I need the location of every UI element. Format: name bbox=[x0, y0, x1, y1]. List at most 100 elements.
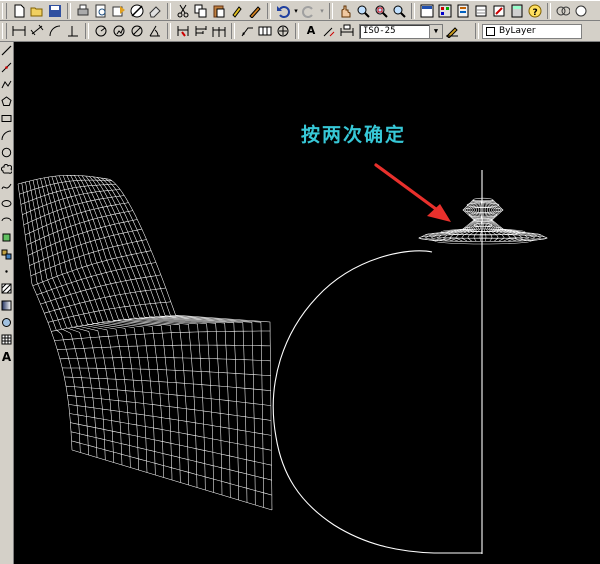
copy-icon[interactable] bbox=[193, 3, 209, 19]
pan-icon[interactable] bbox=[337, 3, 353, 19]
region-icon[interactable] bbox=[0, 314, 13, 331]
construction-line-icon[interactable] bbox=[0, 59, 13, 76]
mesh-line bbox=[77, 175, 206, 491]
spline-icon[interactable] bbox=[0, 178, 13, 195]
layer-value: ByLayer bbox=[499, 26, 536, 36]
zoom-previous-icon[interactable] bbox=[391, 3, 407, 19]
paste-icon[interactable] bbox=[211, 3, 227, 19]
diameter-dimension-icon[interactable] bbox=[129, 23, 145, 39]
mesh-line bbox=[44, 287, 166, 314]
baseline-dimension-icon[interactable] bbox=[193, 23, 209, 39]
open-file-icon[interactable] bbox=[29, 3, 45, 19]
print-preview-icon[interactable] bbox=[93, 3, 109, 19]
center-mark-icon[interactable] bbox=[275, 23, 291, 39]
gradient-icon[interactable] bbox=[0, 297, 13, 314]
mesh-line bbox=[59, 175, 164, 478]
mesh-line bbox=[25, 181, 89, 456]
block-editor-icon[interactable] bbox=[247, 3, 263, 19]
toolbar-grip[interactable] bbox=[2, 23, 7, 39]
jogged-dimension-icon[interactable] bbox=[111, 23, 127, 39]
continue-dimension-icon[interactable] bbox=[211, 23, 227, 39]
tool-palettes-icon[interactable] bbox=[455, 3, 471, 19]
point-icon[interactable] bbox=[0, 263, 13, 280]
quick-leader-icon[interactable] bbox=[239, 23, 255, 39]
angular-dimension-icon[interactable] bbox=[147, 23, 163, 39]
erase-icon[interactable] bbox=[147, 3, 163, 19]
dimension-toolbar: A ISO-25 ▼ ByLayer bbox=[0, 21, 600, 42]
dimension-style-combo[interactable]: ISO-25 ▼ bbox=[359, 23, 443, 39]
teapot-body-profile[interactable] bbox=[272, 250, 482, 554]
text-tool-label: A bbox=[1, 349, 12, 364]
cut-icon[interactable] bbox=[175, 3, 191, 19]
zoom-window-icon[interactable] bbox=[373, 3, 389, 19]
orbit-icon[interactable] bbox=[555, 3, 571, 19]
insert-block-icon[interactable] bbox=[0, 229, 13, 246]
aligned-dimension-icon[interactable] bbox=[29, 23, 45, 39]
mesh-line bbox=[107, 178, 273, 511]
mesh-line bbox=[89, 176, 231, 498]
polygon-icon[interactable] bbox=[0, 93, 13, 110]
mesh-line bbox=[36, 179, 114, 463]
dimension-edit-icon[interactable]: A bbox=[303, 23, 319, 39]
help-icon[interactable]: ? bbox=[527, 3, 543, 19]
publish-icon[interactable] bbox=[111, 3, 127, 19]
new-file-icon[interactable] bbox=[11, 3, 27, 19]
ellipse-arc-icon[interactable] bbox=[0, 212, 13, 229]
tolerance-icon[interactable] bbox=[257, 23, 273, 39]
dimension-style-value: ISO-25 bbox=[363, 26, 396, 36]
text-style-label: A bbox=[306, 24, 316, 37]
sheet-set-icon[interactable] bbox=[473, 3, 489, 19]
mesh-line bbox=[44, 177, 131, 468]
redo-dropdown-icon[interactable]: ▾ bbox=[319, 3, 325, 19]
mesh-line bbox=[32, 180, 106, 461]
standard-toolbar: ▾ ▾ ? bbox=[0, 0, 600, 21]
properties-icon[interactable] bbox=[419, 3, 435, 19]
rectangle-icon[interactable] bbox=[0, 110, 13, 127]
make-block-icon[interactable] bbox=[0, 246, 13, 263]
match-properties-icon[interactable] bbox=[229, 3, 245, 19]
print-icon[interactable] bbox=[75, 3, 91, 19]
circle-icon[interactable] bbox=[0, 144, 13, 161]
color-swatch-icon bbox=[486, 26, 495, 36]
linear-dimension-icon[interactable] bbox=[11, 23, 27, 39]
quick-dimension-icon[interactable] bbox=[175, 23, 191, 39]
mesh-line bbox=[71, 440, 272, 496]
polyline-icon[interactable] bbox=[0, 76, 13, 93]
dimension-style-manager-icon[interactable] bbox=[444, 23, 460, 39]
save-icon[interactable] bbox=[47, 3, 63, 19]
mesh-line bbox=[32, 250, 152, 287]
markup-icon[interactable] bbox=[491, 3, 507, 19]
calculator-icon[interactable] bbox=[509, 3, 525, 19]
hatch-icon[interactable] bbox=[0, 280, 13, 297]
chevron-down-icon[interactable]: ▼ bbox=[429, 24, 442, 38]
ellipse-icon[interactable] bbox=[0, 195, 13, 212]
render-icon[interactable] bbox=[573, 3, 589, 19]
layer-combo[interactable]: ByLayer bbox=[482, 23, 582, 39]
revision-cloud-icon[interactable] bbox=[0, 161, 13, 178]
line-icon[interactable] bbox=[0, 42, 13, 59]
table-icon[interactable] bbox=[0, 331, 13, 348]
dimension-update-icon[interactable] bbox=[339, 23, 355, 39]
drawing-canvas[interactable]: 按两次确定 bbox=[14, 42, 600, 564]
lid-knob-mesh[interactable] bbox=[418, 197, 548, 245]
design-center-icon[interactable] bbox=[437, 3, 453, 19]
multiline-text-icon[interactable]: A bbox=[0, 348, 13, 365]
plot-icon[interactable] bbox=[129, 3, 145, 19]
undo-dropdown-icon[interactable]: ▾ bbox=[293, 3, 299, 19]
mesh-line bbox=[74, 175, 198, 488]
mesh-line bbox=[55, 176, 156, 476]
draw-toolbar: A bbox=[0, 42, 14, 564]
annotation-label: 按两次确定 bbox=[301, 124, 407, 146]
wireframe-mesh-surface[interactable] bbox=[17, 175, 273, 511]
zoom-realtime-icon[interactable] bbox=[355, 3, 371, 19]
undo-icon[interactable] bbox=[275, 3, 291, 19]
dimension-text-edit-icon[interactable] bbox=[321, 23, 337, 39]
ordinate-dimension-icon[interactable] bbox=[65, 23, 81, 39]
arc-length-icon[interactable] bbox=[47, 23, 63, 39]
radius-dimension-icon[interactable] bbox=[93, 23, 109, 39]
annotation-arrow bbox=[374, 163, 451, 222]
toolbar-grip[interactable] bbox=[2, 2, 7, 19]
svg-text:?: ? bbox=[533, 8, 538, 18]
arc-icon[interactable] bbox=[0, 127, 13, 144]
redo-icon[interactable] bbox=[301, 3, 317, 19]
